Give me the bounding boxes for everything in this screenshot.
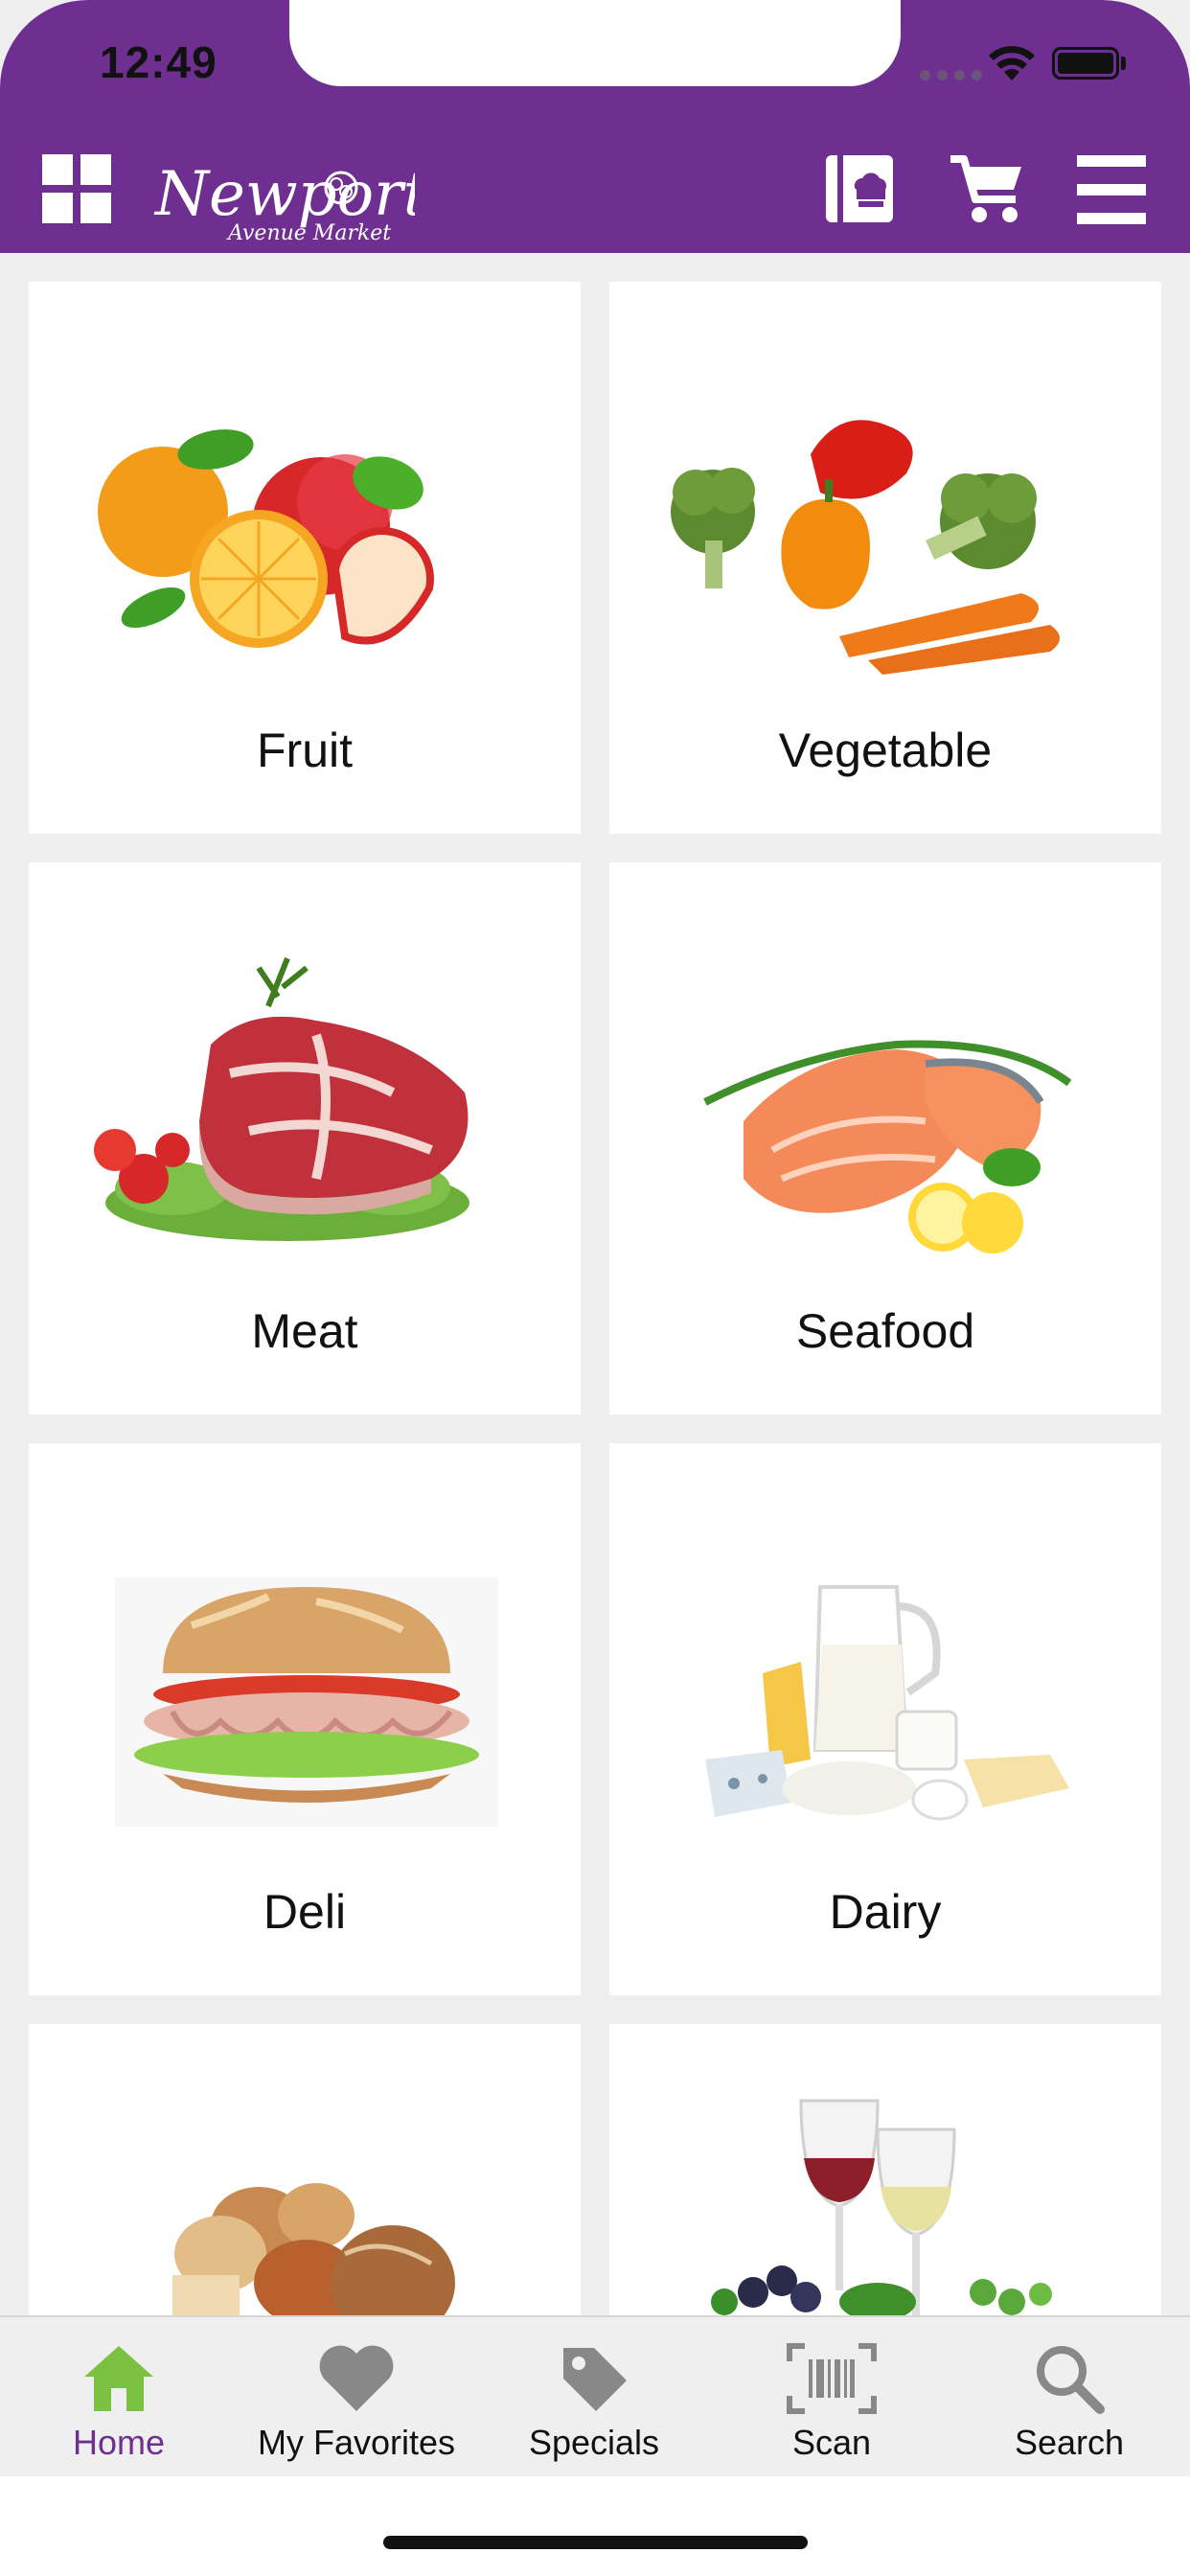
tab-label-my-favorites: My Favorites xyxy=(257,2423,456,2462)
deli-image xyxy=(115,1577,498,1827)
barcode-icon xyxy=(787,2343,877,2414)
category-label: Seafood xyxy=(795,1304,975,1358)
menu-icon[interactable] xyxy=(1077,155,1146,224)
category-label: Fruit xyxy=(257,724,353,777)
tag-icon xyxy=(563,2348,627,2411)
fruit-image xyxy=(98,429,434,648)
cart-icon[interactable] xyxy=(949,153,1025,226)
tab-specials[interactable]: Specials xyxy=(475,2317,713,2476)
category-tile-wine[interactable] xyxy=(609,2024,1161,2315)
category-tile-dairy[interactable]: Dairy xyxy=(609,1443,1161,1995)
wifi-icon xyxy=(989,46,1035,80)
search-icon xyxy=(1037,2346,1105,2414)
status-time: 12:49 xyxy=(100,37,217,87)
category-label: Vegetable xyxy=(778,724,993,777)
bakery-image xyxy=(172,2183,455,2315)
tab-label-scan: Scan xyxy=(791,2423,872,2462)
tab-label-home: Home xyxy=(72,2423,166,2462)
device-notch xyxy=(289,0,901,86)
seafood-image xyxy=(703,1040,1072,1254)
wine-image xyxy=(711,2099,1052,2315)
tab-my-favorites[interactable]: My Favorites xyxy=(238,2317,475,2476)
cellular-signal-icon xyxy=(920,70,982,80)
home-icon xyxy=(84,2346,153,2411)
logo-subtext: Avenue Market xyxy=(226,221,391,245)
grid-icon[interactable] xyxy=(42,154,111,223)
logo-text: Newport xyxy=(153,159,415,230)
home-indicator-area xyxy=(0,2476,1190,2576)
battery-tip xyxy=(1121,57,1126,70)
category-label: Deli xyxy=(263,1885,347,1939)
meat-image xyxy=(94,956,469,1241)
category-label: Meat xyxy=(251,1304,358,1358)
bottom-tab-bar: Home My Favorites Specials Scan Search xyxy=(0,2315,1190,2476)
vegetable-image xyxy=(671,420,1060,675)
category-tile-vegetable[interactable]: Vegetable xyxy=(609,282,1161,834)
category-tile-seafood[interactable]: Seafood xyxy=(609,862,1161,1414)
category-tile-deli[interactable]: Deli xyxy=(29,1443,581,1995)
tab-home[interactable]: Home xyxy=(0,2317,238,2476)
category-tile-bakery[interactable] xyxy=(29,2024,581,2315)
recipe-book-icon[interactable] xyxy=(824,153,895,224)
battery-icon xyxy=(1052,47,1119,80)
store-logo[interactable]: Newport Avenue Market xyxy=(151,151,415,247)
heart-icon xyxy=(319,2345,394,2411)
category-label: Dairy xyxy=(829,1885,942,1939)
tab-label-specials: Specials xyxy=(528,2423,660,2462)
category-tile-meat[interactable]: Meat xyxy=(29,862,581,1414)
category-tile-fruit[interactable]: Fruit xyxy=(29,282,581,834)
home-indicator[interactable] xyxy=(383,2536,808,2549)
dairy-image xyxy=(705,1585,1069,1821)
tab-scan[interactable]: Scan xyxy=(713,2317,950,2476)
tab-label-search: Search xyxy=(1014,2423,1125,2462)
tab-search[interactable]: Search xyxy=(950,2317,1188,2476)
